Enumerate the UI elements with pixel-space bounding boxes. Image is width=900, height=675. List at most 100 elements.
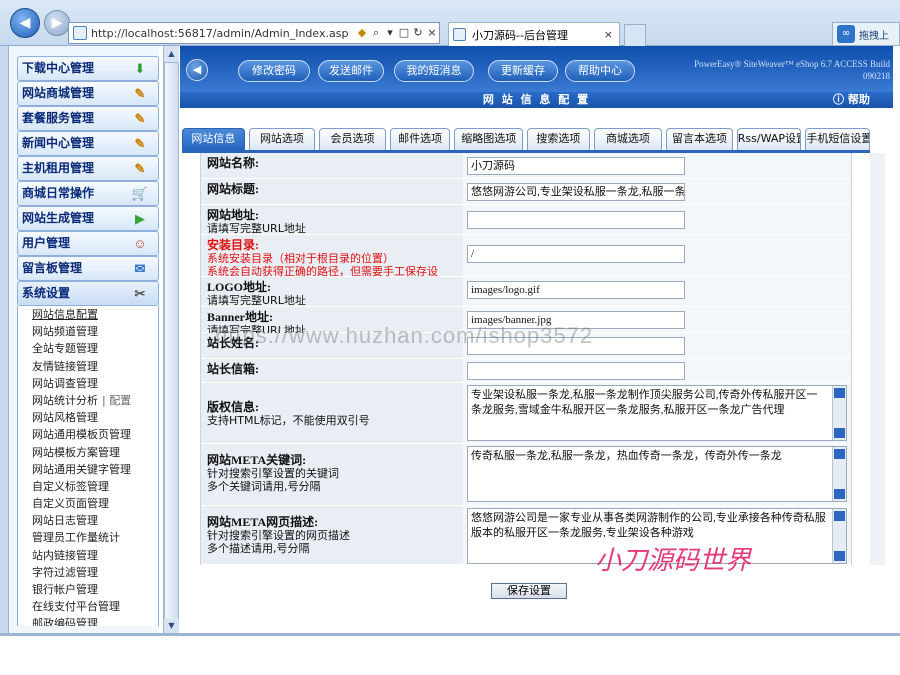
settings-form: 网站名称: 小刀源码 网站标题: 悠悠网游公司,专业架设私服一条龙,私服一条龙 … <box>200 153 852 565</box>
submenu-item[interactable]: 邮政编码管理 <box>18 615 158 626</box>
submenu-item[interactable]: 网站风格管理 <box>18 409 158 426</box>
row-site-url: 网站地址: 请填写完整URL地址 <box>201 205 851 235</box>
submenu-item[interactable]: 全站专题管理 <box>18 340 158 357</box>
tab-7[interactable]: 商城选项 <box>593 128 663 150</box>
tab-2[interactable]: 网站选项 <box>248 128 316 150</box>
submenu-item-label: 在线支付平台管理 <box>32 600 120 614</box>
signature-text: 小刀源码世界 <box>595 546 752 576</box>
submenu-item[interactable]: 站内链接管理 <box>18 547 158 564</box>
menu-header-10[interactable]: 系统设置 ✂ <box>17 281 159 306</box>
site-url-input[interactable] <box>467 211 685 229</box>
site-name-input[interactable]: 小刀源码 <box>467 157 685 175</box>
menu-header-9[interactable]: 留言板管理 ✉ <box>17 256 159 281</box>
toolbar-button-4[interactable]: 更新缓存 <box>488 60 558 82</box>
menu-header-3[interactable]: 套餐服务管理 ✎ <box>17 106 159 131</box>
menu-header-label: 下载中心管理 <box>22 61 95 75</box>
tab-8[interactable]: 留言本选项 <box>666 128 733 150</box>
value-cell: 传奇私服一条龙,私服一条龙，热血传奇一条龙，传奇外传一条龙 <box>463 444 851 505</box>
submenu-item[interactable]: 友情链接管理 <box>18 358 158 375</box>
scroll-up-icon[interactable] <box>834 449 845 459</box>
submenu-item[interactable]: 网站日志管理 <box>18 512 158 529</box>
submenu-item[interactable]: 自定义页面管理 <box>18 495 158 512</box>
submenu-item[interactable]: 自定义标签管理 <box>18 478 158 495</box>
submenu-item[interactable]: 网站信息配置 <box>18 306 158 323</box>
submenu-item[interactable]: 在线支付平台管理 <box>18 598 158 615</box>
submenu-item[interactable]: 网站调查管理 <box>18 375 158 392</box>
textarea-scrollbar[interactable] <box>832 509 846 563</box>
close-icon[interactable]: × <box>425 26 439 40</box>
label-cell: 网站META关键词: 针对搜索引擎设置的关键词 多个关键词请用,号分隔 <box>201 444 463 505</box>
browser-tab[interactable]: 小刀源码--后台管理 × <box>448 22 620 46</box>
refresh-icon[interactable]: ↻ <box>411 26 425 40</box>
menu-header-5[interactable]: 主机租用管理 ✎ <box>17 156 159 181</box>
meta-keywords-textarea[interactable]: 传奇私服一条龙,私服一条龙，热血传奇一条龙，传奇外传一条龙 <box>467 446 847 502</box>
submenu-item[interactable]: 网站通用关键字管理 <box>18 461 158 478</box>
tab-3[interactable]: 会员选项 <box>319 128 386 150</box>
menu-header-label: 套餐服务管理 <box>22 111 95 125</box>
submenu-item-label: 字符过滤管理 <box>32 565 98 579</box>
meta-desc-text: 悠悠网游公司是一家专业从事各类网游制作的公司,专业承接各种传奇私服版本的私服开区… <box>471 512 826 539</box>
scroll-down-icon[interactable]: ▼ <box>164 619 179 633</box>
tab-1[interactable]: 网站信息 <box>182 128 245 150</box>
tab-5[interactable]: 缩略图选项 <box>454 128 524 150</box>
submenu-item-label: 网站频道管理 <box>32 325 98 339</box>
scroll-down-icon[interactable] <box>834 551 845 561</box>
toolbar-button-5[interactable]: 帮助中心 <box>565 60 635 82</box>
scroll-down-icon[interactable] <box>834 489 845 499</box>
site-title-input[interactable]: 悠悠网游公司,专业架设私服一条龙,私服一条龙 <box>467 183 685 201</box>
tab-4[interactable]: 邮件选项 <box>389 128 451 150</box>
scroll-thumb[interactable] <box>164 62 179 622</box>
search-icon[interactable]: ⌕ <box>369 26 383 40</box>
menu-header-6[interactable]: 商城日常操作 🛒 <box>17 181 159 206</box>
email-input[interactable] <box>467 362 685 380</box>
chevron-down-icon[interactable]: ▾ <box>383 26 397 40</box>
hint: 支持HTML标记，不能使用双引号 <box>207 414 370 427</box>
textarea-scrollbar[interactable] <box>832 386 846 440</box>
menu-header-2[interactable]: 网站商城管理 ✎ <box>17 81 159 106</box>
submenu-item[interactable]: 网站频道管理 <box>18 323 158 340</box>
logo-input[interactable]: images/logo.gif <box>467 281 685 299</box>
submenu-item[interactable]: 网站统计分析 | 配置 <box>18 392 158 409</box>
submenu-item[interactable]: 银行帐户管理 <box>18 581 158 598</box>
brand-line: PowerEasy® SiteWeaver™ eShop 6.7 ACCESS … <box>694 59 890 69</box>
scroll-down-icon[interactable] <box>834 428 845 438</box>
label-cell: 网站标题: <box>201 179 463 204</box>
tab-6[interactable]: 搜索选项 <box>527 128 590 150</box>
stop-icon[interactable]: □ <box>397 26 411 40</box>
scroll-up-icon[interactable] <box>834 388 845 398</box>
submenu-item[interactable]: 网站通用模板页管理 <box>18 426 158 443</box>
side-action-button[interactable]: ∞ 拖拽上 <box>832 22 900 46</box>
close-tab-icon[interactable]: × <box>604 28 613 41</box>
back-button[interactable]: ◀ <box>10 8 40 38</box>
help-link[interactable]: ⓘ 帮助 <box>833 92 870 108</box>
submenu-item[interactable]: 网站模板方案管理 <box>18 444 158 461</box>
toolbar-button-3[interactable]: 我的短消息 <box>394 60 474 82</box>
new-tab-button[interactable] <box>624 24 646 46</box>
form-scrollbar[interactable] <box>870 153 885 565</box>
address-bar[interactable]: http://localhost:56817/admin/Admin_Index… <box>68 22 440 44</box>
tab-10[interactable]: 手机短信设置 <box>805 128 870 150</box>
submenu-item[interactable]: 管理员工作量统计 <box>18 529 158 546</box>
left-scrollbar[interactable]: ▲ ▼ <box>163 46 179 633</box>
toolbar-button-1[interactable]: 修改密码 <box>238 60 310 82</box>
submenu-item-label: 全站专题管理 <box>32 342 98 356</box>
menu-header-8[interactable]: 用户管理 ☺ <box>17 231 159 256</box>
tab-9[interactable]: Rss/WAP设置 <box>736 128 802 150</box>
menu-header-7[interactable]: 网站生成管理 ▶ <box>17 206 159 231</box>
textarea-scrollbar[interactable] <box>832 447 846 501</box>
menu-header-1[interactable]: 下载中心管理 ⬇ <box>17 56 159 81</box>
toolbar-button-2[interactable]: 发送邮件 <box>318 60 384 82</box>
scroll-up-icon[interactable]: ▲ <box>164 46 179 62</box>
stats-config-link[interactable]: | 配置 <box>102 394 131 407</box>
url-text: http://localhost:56817/admin/Admin_Index… <box>91 26 349 40</box>
submenu-item[interactable]: 字符过滤管理 <box>18 564 158 581</box>
scroll-up-icon[interactable] <box>834 511 845 521</box>
submenu-item-label: 网站模板方案管理 <box>32 445 120 459</box>
save-settings-button[interactable]: 保存设置 <box>491 583 567 599</box>
toolbar-back-button[interactable]: ◀ <box>186 59 208 81</box>
compat-icon[interactable]: ◆ <box>355 26 369 40</box>
menu-header-4[interactable]: 新闻中心管理 ✎ <box>17 131 159 156</box>
copyright-textarea[interactable]: 专业架设私服一条龙,私服一条龙制作顶尖服务公司,传奇外传私服开区一条龙服务,雪域… <box>467 385 847 441</box>
install-dir-input[interactable]: / <box>467 245 685 263</box>
forward-button[interactable]: ▶ <box>44 10 70 36</box>
